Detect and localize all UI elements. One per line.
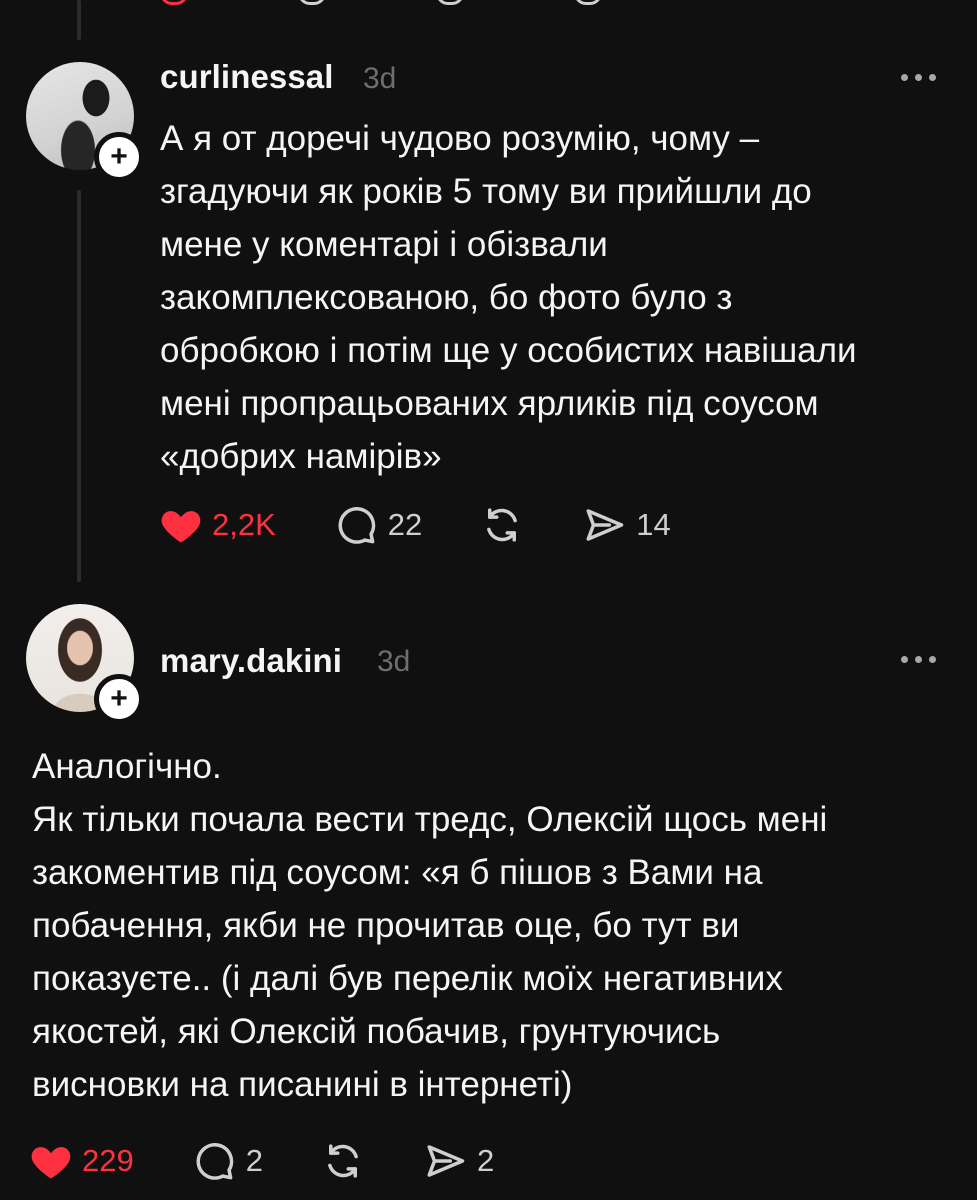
reply-button[interactable]: 22 <box>334 504 422 546</box>
share-count: 14 <box>636 507 671 542</box>
repost-button[interactable] <box>480 504 524 546</box>
like-button[interactable]: 2,2K <box>160 505 276 545</box>
heart-icon <box>161 511 201 543</box>
repost-icon <box>487 508 518 542</box>
like-count: 229 <box>82 1143 134 1178</box>
post-actions: 229 2 2 <box>30 1140 494 1182</box>
heart-icon <box>31 1147 71 1179</box>
share-button[interactable]: 2 <box>423 1140 494 1182</box>
heart-icon[interactable] <box>160 0 188 5</box>
post-time: 3d <box>363 62 397 95</box>
send-icon[interactable] <box>574 0 602 5</box>
reply-count: 2 <box>245 1143 263 1178</box>
thread-line <box>77 0 81 40</box>
plus-icon[interactable]: + <box>94 674 144 724</box>
avatar-container[interactable]: + <box>26 62 144 182</box>
post-text: Аналогічно. Як тільки почала вести тредс… <box>32 747 828 1104</box>
like-count: 2,2K <box>212 507 276 542</box>
username[interactable]: mary.dakini <box>160 642 342 680</box>
post-actions: 2,2K 22 14 <box>160 504 671 546</box>
repost-button[interactable] <box>321 1140 365 1182</box>
repost-icon[interactable] <box>436 0 464 5</box>
comment-icon <box>338 507 376 544</box>
avatar-container[interactable]: + <box>26 604 144 724</box>
send-icon <box>586 509 624 541</box>
reply-button[interactable]: 2 <box>192 1140 263 1182</box>
reply-count: 22 <box>387 507 423 542</box>
share-count: 2 <box>476 1143 495 1178</box>
post-text: А я от доречі чудово розумію, чому – зга… <box>160 119 857 476</box>
more-icon[interactable] <box>901 656 936 663</box>
plus-icon[interactable]: + <box>94 132 144 182</box>
comment-icon <box>196 1143 233 1180</box>
like-button[interactable]: 229 <box>30 1141 134 1181</box>
previous-post-actions <box>160 0 602 5</box>
more-icon[interactable] <box>901 74 936 81</box>
comment-icon[interactable] <box>298 0 326 5</box>
repost-icon <box>328 1144 358 1178</box>
thread-line <box>77 190 81 582</box>
send-icon <box>427 1145 465 1177</box>
post-time: 3d <box>377 645 411 678</box>
username[interactable]: curlinessal <box>160 58 334 96</box>
share-button[interactable]: 14 <box>582 504 671 546</box>
threads-feed: + curlinessal 3d А я от доречі чудово ро… <box>0 0 977 1200</box>
